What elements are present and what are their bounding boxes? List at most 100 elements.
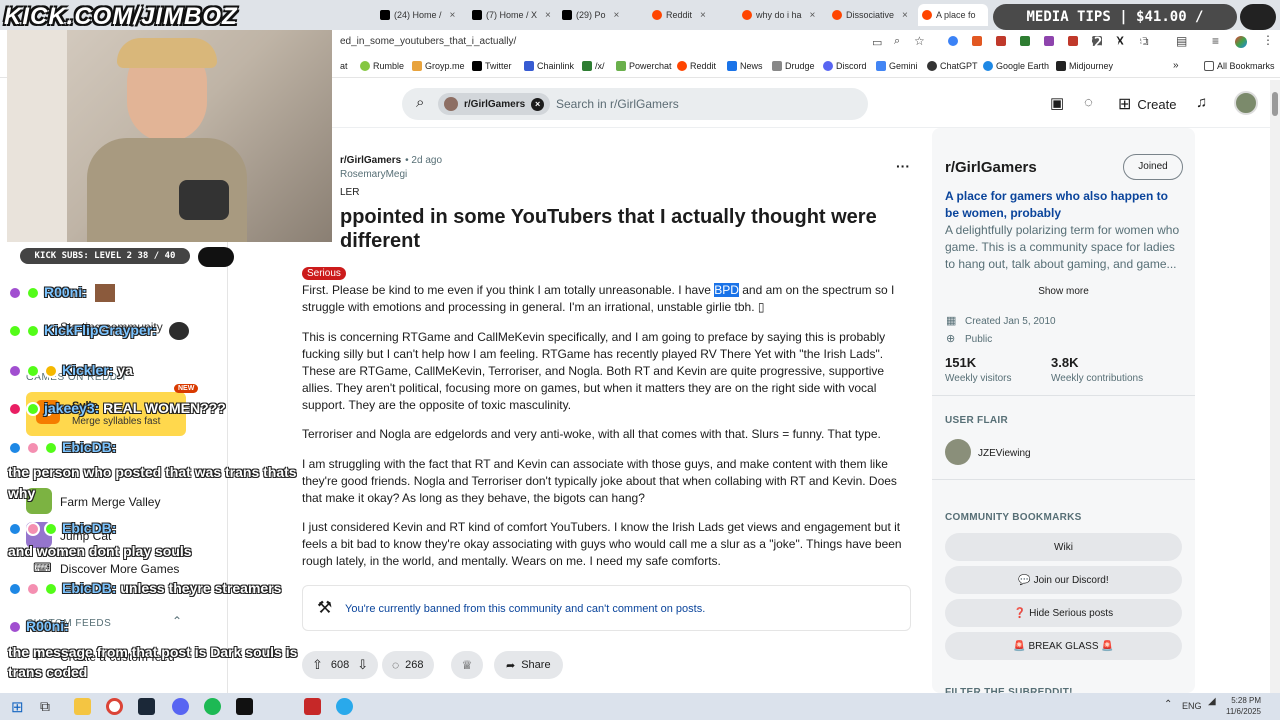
bookmark-groyp[interactable]: Groyp.me <box>412 61 465 71</box>
extension-icon[interactable] <box>1068 36 1078 46</box>
bookmark-reddit[interactable]: Reddit <box>677 61 716 71</box>
bookmark-midjourney[interactable]: Midjourney <box>1056 61 1113 71</box>
tray-chevron-icon[interactable]: ⌃ <box>1164 699 1172 710</box>
more-options-icon[interactable]: ··· <box>896 158 910 174</box>
bookmark-break-glass-button[interactable]: 🚨 BREAK GLASS 🚨 <box>945 632 1182 660</box>
sidebar-community-name[interactable]: r/GirlGamers <box>945 159 1037 176</box>
chevron-up-icon[interactable]: ⌃ <box>172 614 182 628</box>
windows-start-icon[interactable]: ⊞ <box>11 698 24 716</box>
file-explorer-icon[interactable] <box>74 698 91 715</box>
bookmark-x[interactable]: /x/ <box>582 61 605 71</box>
spotify-icon[interactable] <box>204 698 221 715</box>
award-button[interactable]: ♕ <box>451 651 483 679</box>
sidepanel-icon[interactable]: ▤ <box>1176 34 1187 48</box>
share-button[interactable]: ➦ Share <box>494 651 563 679</box>
powerchat-icon <box>616 61 626 71</box>
scrollbar-thumb[interactable] <box>1272 92 1278 116</box>
discover-games-link[interactable]: Discover More Games <box>60 562 179 576</box>
tab-label: (7) Home / X <box>486 10 538 20</box>
post-paragraph-5: I just considered Kevin and RT kind of c… <box>302 520 902 568</box>
bookmark-drudge[interactable]: Drudge <box>772 61 815 71</box>
streamer-hair <box>117 38 217 68</box>
post-subreddit-link[interactable]: r/GirlGamers <box>340 155 401 166</box>
upvote-icon[interactable]: ⇧ <box>312 657 323 673</box>
chat-message-text: and women dont play souls <box>8 543 192 559</box>
create-post-button[interactable]: ⊞ Create <box>1118 94 1176 114</box>
extension-icon[interactable] <box>948 36 958 46</box>
joined-button[interactable]: Joined <box>1123 154 1183 180</box>
subreddit-avatar <box>444 97 458 111</box>
telegram-icon[interactable] <box>336 698 353 715</box>
discord-icon[interactable] <box>172 698 189 715</box>
chrome-icon[interactable] <box>106 698 123 715</box>
extension-icon[interactable] <box>972 36 982 46</box>
downloads-icon[interactable]: ≡ <box>1212 34 1219 48</box>
chat-badge <box>26 402 40 417</box>
banned-notice-text: You're currently banned from this commun… <box>345 603 706 615</box>
page-scrollbar[interactable] <box>1270 80 1280 693</box>
clear-chip-icon[interactable]: × <box>531 97 545 111</box>
task-view-icon[interactable]: ⧉ <box>40 698 50 715</box>
clock[interactable]: 5:28 PM 11/6/2025 <box>1226 695 1261 717</box>
close-icon[interactable]: × <box>614 10 620 21</box>
browser-tab-active[interactable]: A place fo <box>918 4 988 26</box>
steam-icon[interactable] <box>138 698 155 715</box>
extension-icon[interactable] <box>1020 36 1030 46</box>
language-indicator[interactable]: ENG <box>1182 701 1202 711</box>
user-avatar[interactable] <box>1234 91 1258 115</box>
menu-kebab-icon[interactable]: ⋮ <box>1262 33 1274 47</box>
user-flair-name[interactable]: JZEViewing <box>978 448 1031 459</box>
extension-icon[interactable] <box>996 36 1006 46</box>
browser-tab[interactable]: why do i ha × <box>738 4 824 26</box>
discord-icon <box>823 61 833 71</box>
post-flair[interactable]: Serious <box>302 267 346 280</box>
url-text[interactable]: ed_in_some_youtubers_that_i_actually/ <box>340 36 516 47</box>
bookmark-twitter[interactable]: Twitter <box>472 61 512 71</box>
close-icon[interactable]: × <box>450 10 456 21</box>
bookmark-discord-button[interactable]: 💬 Join our Discord! <box>945 566 1182 594</box>
all-bookmarks[interactable]: All Bookmarks <box>1204 61 1275 71</box>
obs-app-icon[interactable] <box>304 698 321 715</box>
bookmark-google-earth[interactable]: Google Earth <box>983 61 1049 71</box>
chat-message: jakeey3: REAL WOMEN??? <box>8 400 226 417</box>
downvote-icon[interactable]: ⇩ <box>357 657 368 673</box>
show-more-button[interactable]: Show more <box>932 286 1195 297</box>
close-icon[interactable]: × <box>810 10 816 21</box>
comments-button[interactable]: ◌ 268 <box>382 651 434 679</box>
bookmark-hide-serious-button[interactable]: ❓ Hide Serious posts <box>945 599 1182 627</box>
bookmark-chainlink[interactable]: Chainlink <box>524 61 574 71</box>
bookmark-discord[interactable]: Discord <box>823 61 867 71</box>
app-icon[interactable] <box>236 698 253 715</box>
subreddit-search-chip[interactable]: r/GirlGamers × <box>438 93 551 115</box>
browser-tab[interactable]: (29) Po × <box>558 4 644 26</box>
extension-icon[interactable] <box>1044 36 1054 46</box>
advertise-icon[interactable]: ▣ <box>1050 94 1064 112</box>
search-bar[interactable]: ⌕ r/GirlGamers × Search in r/GirlGamers <box>402 88 868 120</box>
bookmark-rumble[interactable]: Rumble <box>360 61 404 71</box>
profile-avatar[interactable] <box>1235 36 1247 48</box>
game-desc: Merge syllables fast <box>72 416 161 427</box>
close-icon[interactable]: × <box>902 10 908 21</box>
search-input[interactable]: Search in r/GirlGamers <box>556 97 679 111</box>
bookmark[interactable]: at <box>340 61 348 71</box>
bookmark-chatgpt[interactable]: ChatGPT <box>927 61 978 71</box>
bookmark-powerchat[interactable]: Powerchat <box>616 61 672 71</box>
post-author[interactable]: RosemaryMegi <box>340 169 407 180</box>
network-icon[interactable]: ◢ <box>1208 696 1216 707</box>
browser-tab[interactable]: (7) Home / X × <box>468 4 554 26</box>
star-icon[interactable]: ☆ <box>914 34 925 48</box>
chat-icon[interactable]: ◌ <box>1084 94 1093 111</box>
browser-tab[interactable]: Dissociative × <box>828 4 914 26</box>
bookmark-wiki-button[interactable]: Wiki <box>945 533 1182 561</box>
chevron-right-icon[interactable]: » <box>1173 60 1179 71</box>
close-icon[interactable]: × <box>700 10 706 21</box>
notification-bell-icon[interactable]: ♫ <box>1196 94 1207 111</box>
plus-icon: ⊞ <box>1118 96 1132 113</box>
browser-tab[interactable]: (24) Home / × <box>376 4 462 26</box>
install-icon[interactable]: ▭ <box>872 36 882 49</box>
browser-tab[interactable]: Reddit × <box>648 4 734 26</box>
close-icon[interactable]: × <box>545 10 551 21</box>
bookmark-gemini[interactable]: Gemini <box>876 61 918 71</box>
zoom-icon[interactable]: ⌕ <box>894 35 900 48</box>
bookmark-news[interactable]: News <box>727 61 763 71</box>
